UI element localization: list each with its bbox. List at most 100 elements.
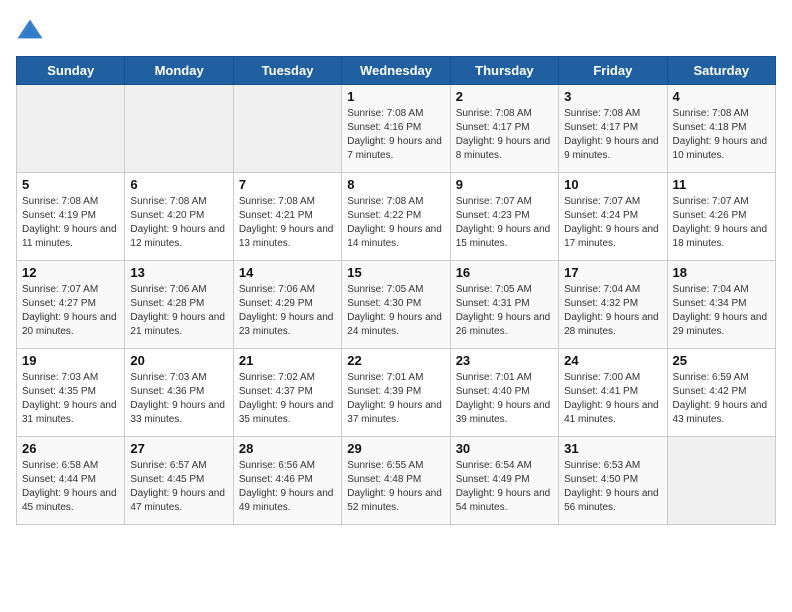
day-number: 27	[130, 441, 227, 456]
calendar-day-23: 23 Sunrise: 7:01 AMSunset: 4:40 PMDayligh…	[450, 349, 558, 437]
day-number: 21	[239, 353, 336, 368]
calendar-week-4: 19 Sunrise: 7:03 AMSunset: 4:35 PMDayligh…	[17, 349, 776, 437]
calendar-week-1: 1 Sunrise: 7:08 AMSunset: 4:16 PMDaylight…	[17, 85, 776, 173]
day-info: Sunrise: 7:08 AMSunset: 4:19 PMDaylight:…	[22, 195, 119, 251]
day-number: 15	[347, 265, 444, 280]
calendar-day-27: 27 Sunrise: 6:57 AMSunset: 4:45 PMDayligh…	[125, 437, 233, 525]
day-number: 18	[673, 265, 770, 280]
day-number: 19	[22, 353, 119, 368]
day-info: Sunrise: 7:08 AMSunset: 4:22 PMDaylight:…	[347, 195, 444, 251]
day-number: 20	[130, 353, 227, 368]
calendar-day-18: 18 Sunrise: 7:04 AMSunset: 4:34 PMDayligh…	[667, 261, 775, 349]
calendar-day-3: 3Sunrise: 7:08 AMSunset: 4:17 PMDaylight…	[559, 85, 667, 173]
calendar-day-19: 19 Sunrise: 7:03 AMSunset: 4:35 PMDayligh…	[17, 349, 125, 437]
day-header-sunday: Sunday	[17, 57, 125, 85]
day-info: Sunrise: 7:03 AMSunset: 4:36 PMDaylight:…	[130, 371, 227, 427]
day-info: Sunrise: 7:08 AMSunset: 4:17 PMDaylight:…	[564, 107, 661, 163]
empty-day	[125, 85, 233, 173]
calendar-day-24: 24 Sunrise: 7:00 AMSunset: 4:41 PMDayligh…	[559, 349, 667, 437]
logo	[16, 16, 48, 44]
day-number: 11	[673, 177, 770, 192]
day-number: 30	[456, 441, 553, 456]
day-number: 16	[456, 265, 553, 280]
day-info: Sunrise: 6:59 AMSunset: 4:42 PMDaylight:…	[673, 371, 770, 427]
day-info: Sunrise: 6:56 AMSunset: 4:46 PMDaylight:…	[239, 459, 336, 515]
day-info: Sunrise: 7:07 AMSunset: 4:26 PMDaylight:…	[673, 195, 770, 251]
calendar-day-4: 4 Sunrise: 7:08 AMSunset: 4:18 PMDaylight…	[667, 85, 775, 173]
calendar-day-25: 25 Sunrise: 6:59 AMSunset: 4:42 PMDayligh…	[667, 349, 775, 437]
page-header	[16, 16, 776, 44]
day-number: 6	[130, 177, 227, 192]
calendar-day-20: 20 Sunrise: 7:03 AMSunset: 4:36 PMDayligh…	[125, 349, 233, 437]
day-info: Sunrise: 7:04 AMSunset: 4:32 PMDaylight:…	[564, 283, 661, 339]
calendar-day-12: 12 Sunrise: 7:07 AMSunset: 4:27 PMDayligh…	[17, 261, 125, 349]
day-info: Sunrise: 7:04 AMSunset: 4:34 PMDaylight:…	[673, 283, 770, 339]
day-info: Sunrise: 7:00 AMSunset: 4:41 PMDaylight:…	[564, 371, 661, 427]
calendar-day-21: 21 Sunrise: 7:02 AMSunset: 4:37 PMDayligh…	[233, 349, 341, 437]
day-info: Sunrise: 7:07 AMSunset: 4:23 PMDaylight:…	[456, 195, 553, 251]
calendar-week-5: 26 Sunrise: 6:58 AMSunset: 4:44 PMDayligh…	[17, 437, 776, 525]
day-number: 28	[239, 441, 336, 456]
day-info: Sunrise: 7:08 AMSunset: 4:20 PMDaylight:…	[130, 195, 227, 251]
day-info: Sunrise: 6:57 AMSunset: 4:45 PMDaylight:…	[130, 459, 227, 515]
calendar-day-1: 1 Sunrise: 7:08 AMSunset: 4:16 PMDaylight…	[342, 85, 450, 173]
day-number: 5	[22, 177, 119, 192]
day-header-tuesday: Tuesday	[233, 57, 341, 85]
day-info: Sunrise: 6:53 AMSunset: 4:50 PMDaylight:…	[564, 459, 661, 515]
day-info: Sunrise: 7:08 AMSunset: 4:18 PMDaylight:…	[673, 107, 770, 163]
day-info: Sunrise: 7:07 AMSunset: 4:24 PMDaylight:…	[564, 195, 661, 251]
day-info: Sunrise: 6:54 AMSunset: 4:49 PMDaylight:…	[456, 459, 553, 515]
day-number: 10	[564, 177, 661, 192]
day-info: Sunrise: 6:55 AMSunset: 4:48 PMDaylight:…	[347, 459, 444, 515]
day-number: 17	[564, 265, 661, 280]
calendar-day-11: 11 Sunrise: 7:07 AMSunset: 4:26 PMDayligh…	[667, 173, 775, 261]
calendar-day-28: 28 Sunrise: 6:56 AMSunset: 4:46 PMDayligh…	[233, 437, 341, 525]
day-number: 4	[673, 89, 770, 104]
calendar-day-14: 14 Sunrise: 7:06 AMSunset: 4:29 PMDayligh…	[233, 261, 341, 349]
day-info: Sunrise: 7:01 AMSunset: 4:40 PMDaylight:…	[456, 371, 553, 427]
day-number: 9	[456, 177, 553, 192]
calendar-header: SundayMondayTuesdayWednesdayThursdayFrid…	[17, 57, 776, 85]
calendar-day-17: 17 Sunrise: 7:04 AMSunset: 4:32 PMDayligh…	[559, 261, 667, 349]
day-info: Sunrise: 7:08 AMSunset: 4:16 PMDaylight:…	[347, 107, 444, 163]
calendar-day-6: 6 Sunrise: 7:08 AMSunset: 4:20 PMDaylight…	[125, 173, 233, 261]
day-number: 26	[22, 441, 119, 456]
calendar-day-10: 10 Sunrise: 7:07 AMSunset: 4:24 PMDayligh…	[559, 173, 667, 261]
calendar-week-2: 5 Sunrise: 7:08 AMSunset: 4:19 PMDaylight…	[17, 173, 776, 261]
day-info: Sunrise: 6:58 AMSunset: 4:44 PMDaylight:…	[22, 459, 119, 515]
calendar-day-15: 15 Sunrise: 7:05 AMSunset: 4:30 PMDayligh…	[342, 261, 450, 349]
day-number: 29	[347, 441, 444, 456]
day-number: 1	[347, 89, 444, 104]
day-info: Sunrise: 7:06 AMSunset: 4:29 PMDaylight:…	[239, 283, 336, 339]
day-number: 31	[564, 441, 661, 456]
day-number: 8	[347, 177, 444, 192]
calendar-day-13: 13Sunrise: 7:06 AMSunset: 4:28 PMDayligh…	[125, 261, 233, 349]
day-info: Sunrise: 7:08 AMSunset: 4:17 PMDaylight:…	[456, 107, 553, 163]
day-info: Sunrise: 7:05 AMSunset: 4:30 PMDaylight:…	[347, 283, 444, 339]
calendar-day-7: 7 Sunrise: 7:08 AMSunset: 4:21 PMDaylight…	[233, 173, 341, 261]
day-header-wednesday: Wednesday	[342, 57, 450, 85]
day-number: 12	[22, 265, 119, 280]
day-number: 24	[564, 353, 661, 368]
day-info: Sunrise: 7:03 AMSunset: 4:35 PMDaylight:…	[22, 371, 119, 427]
calendar-day-16: 16 Sunrise: 7:05 AMSunset: 4:31 PMDayligh…	[450, 261, 558, 349]
day-header-friday: Friday	[559, 57, 667, 85]
calendar-week-3: 12 Sunrise: 7:07 AMSunset: 4:27 PMDayligh…	[17, 261, 776, 349]
day-header-saturday: Saturday	[667, 57, 775, 85]
day-info: Sunrise: 7:08 AMSunset: 4:21 PMDaylight:…	[239, 195, 336, 251]
day-number: 7	[239, 177, 336, 192]
day-info: Sunrise: 7:07 AMSunset: 4:27 PMDaylight:…	[22, 283, 119, 339]
day-number: 25	[673, 353, 770, 368]
empty-day	[17, 85, 125, 173]
calendar-body: 1 Sunrise: 7:08 AMSunset: 4:16 PMDaylight…	[17, 85, 776, 525]
calendar-day-5: 5 Sunrise: 7:08 AMSunset: 4:19 PMDaylight…	[17, 173, 125, 261]
day-number: 23	[456, 353, 553, 368]
calendar-day-26: 26 Sunrise: 6:58 AMSunset: 4:44 PMDayligh…	[17, 437, 125, 525]
day-info: Sunrise: 7:02 AMSunset: 4:37 PMDaylight:…	[239, 371, 336, 427]
calendar-table: SundayMondayTuesdayWednesdayThursdayFrid…	[16, 56, 776, 525]
day-number: 14	[239, 265, 336, 280]
calendar-day-31: 31 Sunrise: 6:53 AMSunset: 4:50 PMDayligh…	[559, 437, 667, 525]
day-info: Sunrise: 7:05 AMSunset: 4:31 PMDaylight:…	[456, 283, 553, 339]
day-number: 22	[347, 353, 444, 368]
calendar-day-30: 30 Sunrise: 6:54 AMSunset: 4:49 PMDayligh…	[450, 437, 558, 525]
